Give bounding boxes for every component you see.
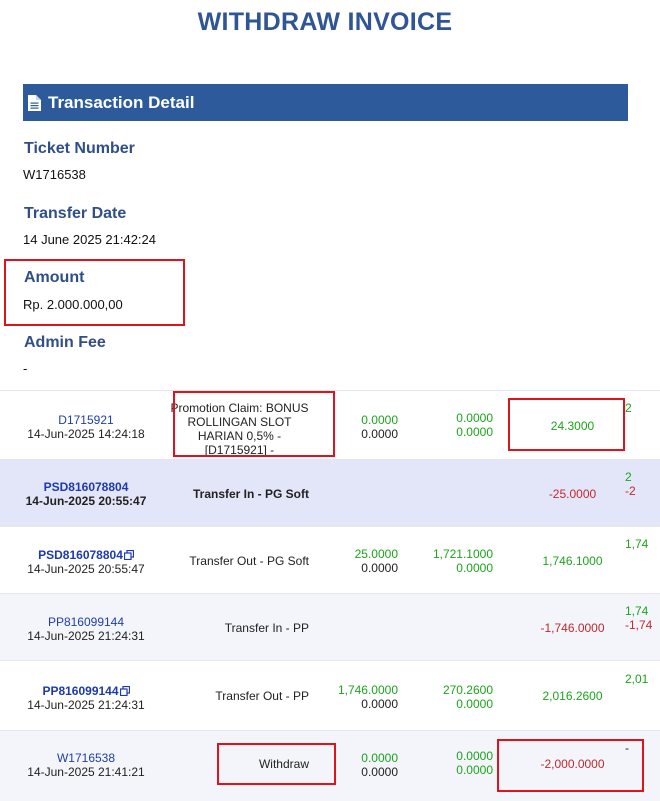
balance-before-value: 1,746.0000 <box>337 683 398 697</box>
transaction-id-cell: PSD816078804 14-Jun-2025 20:55:47 <box>12 548 160 576</box>
transaction-row: PSD816078804 14-Jun-2025 20:55:47 Transf… <box>0 526 660 594</box>
transaction-amount: 1,746.1000 <box>542 554 603 568</box>
page-title: WITHDRAW INVOICE <box>197 8 453 36</box>
balance-after-value: 1,721.1000 <box>432 547 493 561</box>
balance-after-value: 0.0000 <box>456 411 493 425</box>
transaction-row: PP816099144 14-Jun-2025 21:24:31 Transfe… <box>0 660 660 731</box>
transaction-amount: 2,016.2600 <box>542 689 603 703</box>
transaction-ref-link[interactable]: PSD816078804 <box>12 548 160 562</box>
transaction-ref-text: PP816099144 <box>42 684 119 698</box>
transaction-id-cell: PP816099144 14-Jun-2025 21:24:31 <box>12 684 160 712</box>
document-icon <box>28 94 41 111</box>
transaction-amount: -25.0000 <box>548 487 597 501</box>
transaction-datetime: 14-Jun-2025 20:55:47 <box>25 494 147 508</box>
balance-after-cell: 0.0000 0.0000 <box>425 411 493 439</box>
truncated-value-a: 1,74 <box>625 604 649 618</box>
balance-before-value: 0.0000 <box>361 413 398 427</box>
transaction-datetime: 14-Jun-2025 21:24:31 <box>27 698 145 712</box>
transaction-ref-link[interactable]: D1715921 <box>12 413 160 427</box>
balance-after-sub: 0.0000 <box>456 561 493 575</box>
transaction-datetime: 14-Jun-2025 21:41:21 <box>27 765 145 779</box>
annotation-box-withdraw <box>217 743 336 785</box>
balance-after-value: 0.0000 <box>456 749 493 763</box>
balance-after-cell: 270.2600 0.0000 <box>425 683 493 711</box>
transaction-row: PP816099144 14-Jun-2025 21:24:31 Transfe… <box>0 593 660 661</box>
transaction-datetime: 14-Jun-2025 14:24:18 <box>27 427 145 441</box>
balance-after-value: 270.2600 <box>442 683 493 697</box>
balance-before-cell: 0.0000 0.0000 <box>330 751 398 779</box>
balance-after-cell: 0.0000 0.0000 <box>425 749 493 777</box>
transaction-amount: -1,746.0000 <box>540 621 605 635</box>
ticket-number-value: W1716538 <box>23 167 86 182</box>
truncated-column-value: 2,01 <box>625 672 649 686</box>
balance-before-sub: 0.0000 <box>361 561 398 575</box>
balance-before-sub: 0.0000 <box>361 427 398 441</box>
balance-before-value: 0.0000 <box>361 751 398 765</box>
transaction-description: Transfer Out - PP <box>215 689 309 703</box>
balance-after-sub: 0.0000 <box>456 763 493 777</box>
transaction-description: Transfer In - PP <box>224 621 309 635</box>
balance-before-sub: 0.0000 <box>361 697 398 711</box>
truncated-value-b: -1,74 <box>625 618 653 632</box>
admin-fee-value: - <box>23 361 28 376</box>
truncated-column-value: 2 -2 <box>625 470 660 498</box>
transaction-description: Transfer Out - PG Soft <box>189 554 309 568</box>
transaction-id-cell: W1716538 14-Jun-2025 21:41:21 <box>12 751 160 779</box>
balance-after-sub: 0.0000 <box>456 697 493 711</box>
balance-before-cell: 1,746.0000 0.0000 <box>330 683 398 711</box>
transaction-ref-link[interactable]: W1716538 <box>12 751 160 765</box>
truncated-column-value: 2 <box>625 401 632 415</box>
balance-before-sub: 0.0000 <box>361 765 398 779</box>
section-title: Transaction Detail <box>48 92 195 112</box>
transaction-datetime: 14-Jun-2025 20:55:47 <box>27 562 145 576</box>
transaction-id-cell: D1715921 14-Jun-2025 14:24:18 <box>12 413 160 441</box>
transaction-id-cell: PP816099144 14-Jun-2025 21:24:31 <box>12 615 160 643</box>
admin-fee-label: Admin Fee <box>24 334 106 351</box>
balance-after-cell: 1,721.1000 0.0000 <box>425 547 493 575</box>
transaction-ref-text: PSD816078804 <box>38 548 123 562</box>
transaction-ref-link[interactable]: PP816099144 <box>12 684 160 698</box>
transaction-datetime: 14-Jun-2025 21:24:31 <box>27 629 145 643</box>
balance-before-cell: 0.0000 0.0000 <box>330 413 398 441</box>
transaction-ref-link[interactable]: PSD816078804 <box>12 480 160 494</box>
annotation-box-bonus-amount <box>508 398 625 451</box>
truncated-value-a: 2 <box>625 470 632 484</box>
truncated-column-value: 1,74 -1,74 <box>625 604 660 632</box>
truncated-value-b: -2 <box>625 484 636 498</box>
section-header-transaction-detail: Transaction Detail <box>23 84 628 121</box>
transfer-date-value: 14 June 2025 21:42:24 <box>23 232 157 247</box>
annotation-box-withdraw-amount <box>497 739 644 792</box>
balance-before-value: 25.0000 <box>354 547 398 561</box>
balance-before-cell: 25.0000 0.0000 <box>330 547 398 575</box>
transaction-row: PSD816078804 14-Jun-2025 20:55:47 Transf… <box>0 459 660 527</box>
annotation-box-promotion <box>173 391 335 457</box>
ticket-number-label: Ticket Number <box>24 140 135 157</box>
copy-icon[interactable] <box>119 686 130 696</box>
balance-after-sub: 0.0000 <box>456 425 493 439</box>
annotation-box-amount <box>4 259 185 326</box>
transaction-description: Transfer In - PG Soft <box>192 487 309 501</box>
transaction-id-cell: PSD816078804 14-Jun-2025 20:55:47 <box>12 480 160 508</box>
transfer-date-label: Transfer Date <box>24 205 127 222</box>
truncated-column-value: 1,74 <box>625 537 649 551</box>
copy-icon[interactable] <box>123 550 134 560</box>
transaction-ref-link[interactable]: PP816099144 <box>12 615 160 629</box>
